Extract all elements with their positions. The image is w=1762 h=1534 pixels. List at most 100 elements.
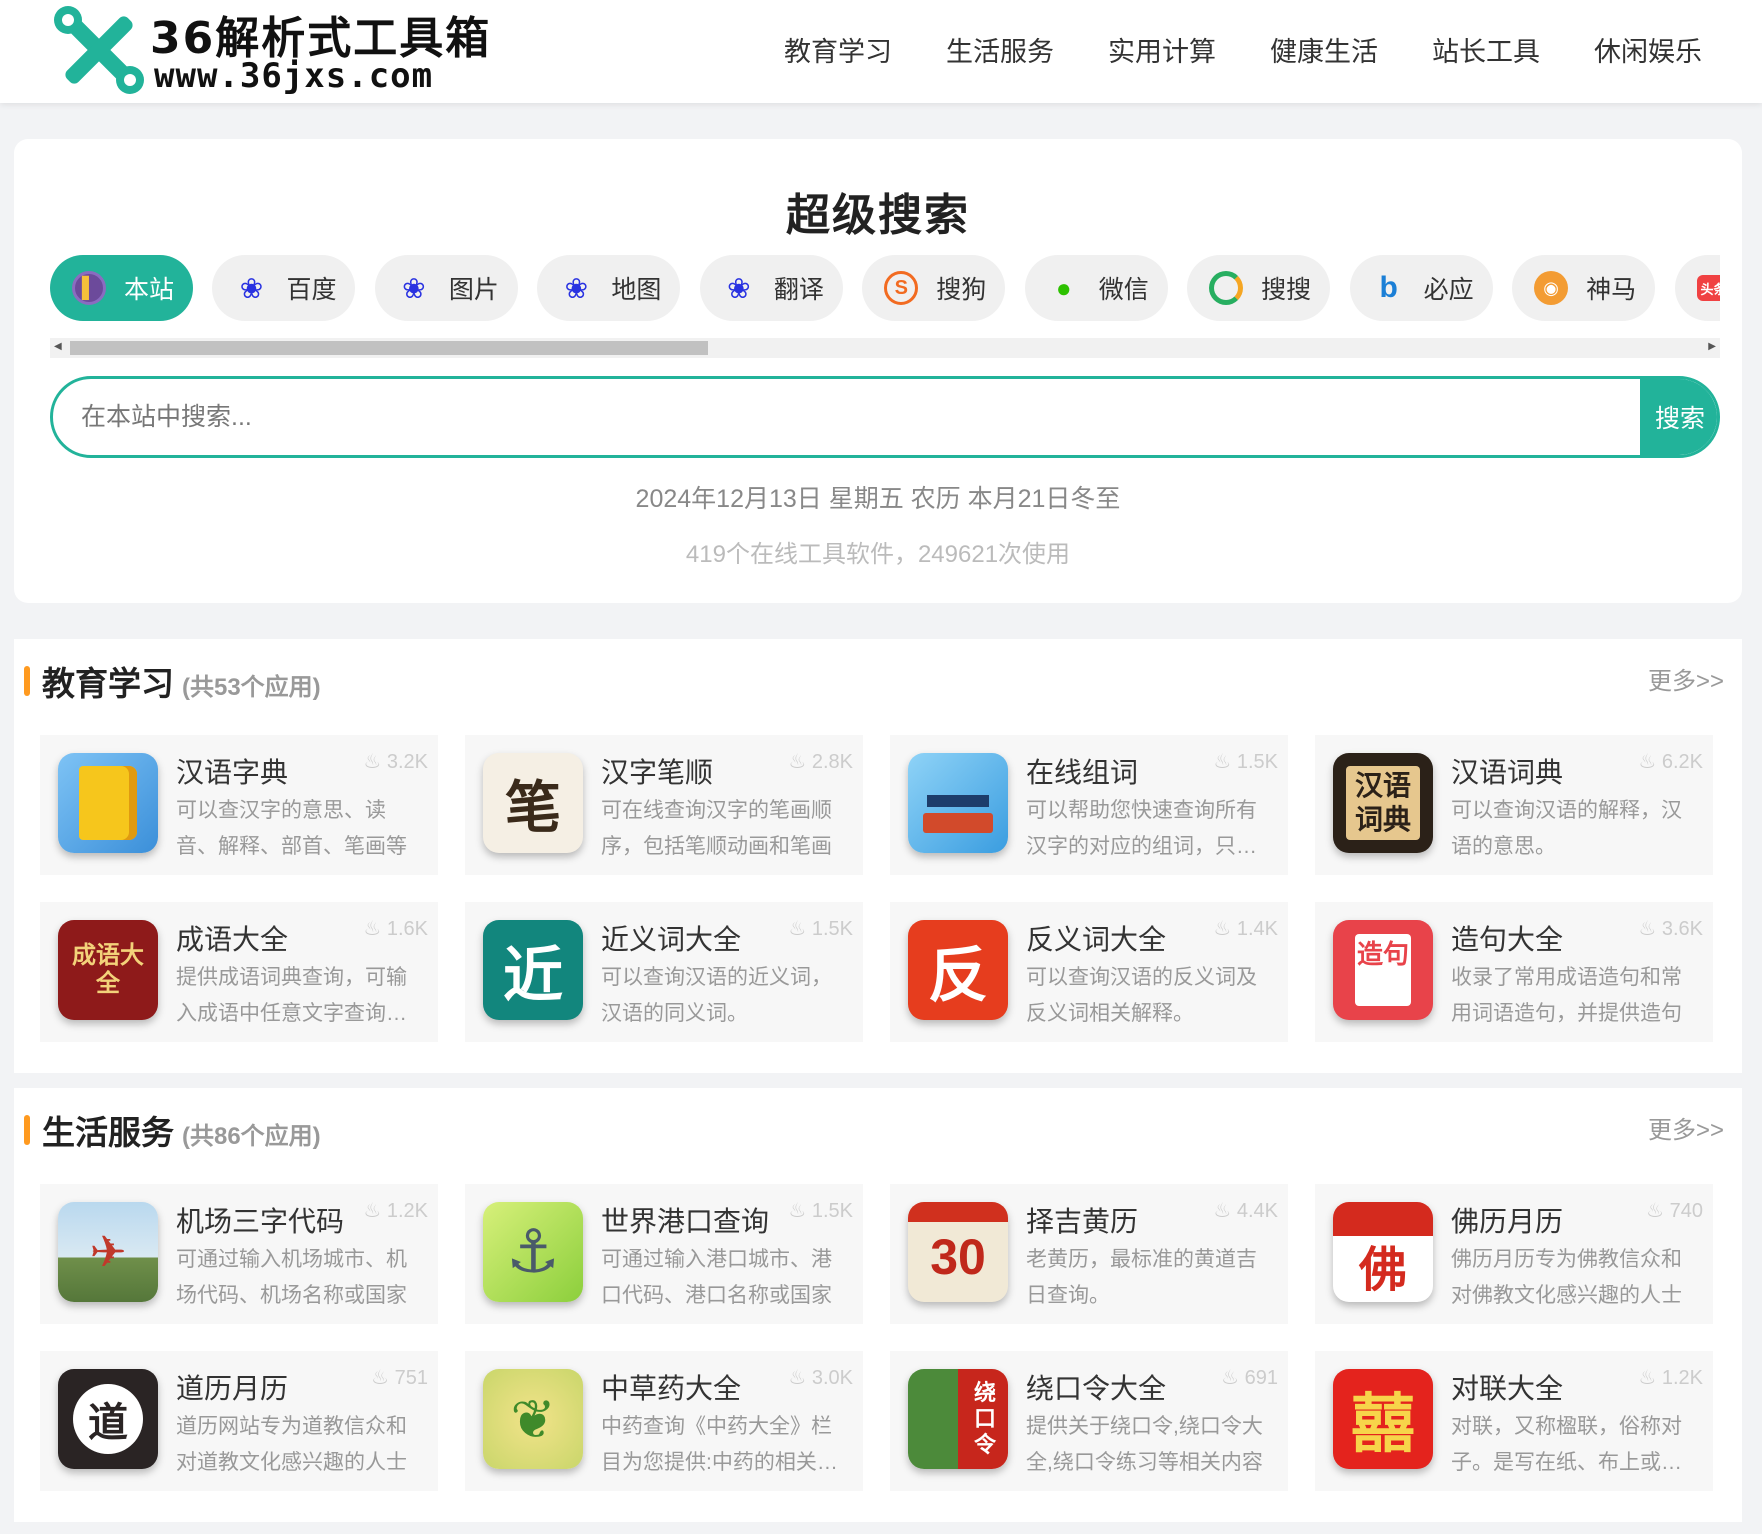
- graduation-cap-book-icon: [908, 753, 1008, 853]
- app-name: 成语大全: [176, 924, 289, 955]
- search-title: 超级搜索: [786, 191, 970, 240]
- logo-tools-icon[interactable]: [50, 4, 148, 96]
- nav-item-webmaster[interactable]: 站长工具: [1432, 30, 1540, 69]
- bing-icon: b: [1379, 271, 1398, 304]
- app-hot-count: ♨ 4.4K: [1213, 1200, 1278, 1222]
- section-count: (共53个应用): [182, 674, 321, 701]
- app-desc: 提供成语词典查询，可输入成语中任意文字查询成语: [176, 966, 407, 1025]
- nav-item-calculation[interactable]: 实用计算: [1108, 30, 1216, 69]
- engine-label: 微信: [1098, 276, 1149, 304]
- dictionary-book-icon: [58, 753, 158, 853]
- app-hot-count: ♨ 3.6K: [1638, 918, 1703, 940]
- app-hot-count: ♨ 751: [371, 1367, 428, 1389]
- app-card[interactable]: 道 道历月历 ♨ 751 道历网站专为道教信众和对道教文化感兴趣的人士: [40, 1351, 438, 1491]
- date-line: 2024年12月13日 星期五 农历 本月21日冬至: [635, 485, 1121, 513]
- app-name: 汉语词典: [1451, 757, 1564, 788]
- engine-label: 图片: [448, 276, 499, 304]
- more-link[interactable]: 更多>>: [1648, 661, 1724, 696]
- app-desc: 对联，又称楹联，俗称对子。是写在纸、布上或刻在: [1451, 1415, 1682, 1474]
- section-bar: [24, 1115, 30, 1145]
- antonym-icon: 反: [908, 920, 1008, 1020]
- app-name: 造句大全: [1451, 924, 1564, 955]
- app-name: 绕口令大全: [1026, 1373, 1167, 1404]
- site-icon: ▌: [72, 271, 106, 305]
- engine-tab-image[interactable]: ❀ 图片: [374, 255, 518, 321]
- engine-tab-toutiao[interactable]: 头条 头条: [1674, 255, 1720, 321]
- scroll-right-arrow-icon[interactable]: ▶: [1708, 341, 1716, 352]
- app-name: 在线组词: [1026, 757, 1139, 788]
- engine-tab-bing[interactable]: b 必应: [1349, 255, 1493, 321]
- app-card[interactable]: 绕口令 绕口令大全 ♨ 691 提供关于绕口令,绕口令大全,绕口令练习等相关内容: [890, 1351, 1288, 1491]
- section-life-services: 生活服务 (共86个应用) 更多>> ✈ 机场三字代码 ♨ 1.2K 可通过输入机…: [14, 1088, 1742, 1522]
- engine-tabs-scrollbar[interactable]: ◀ ▶: [50, 338, 1720, 358]
- app-hot-count: ♨ 3.2K: [363, 751, 428, 773]
- engine-label: 必应: [1423, 276, 1474, 304]
- chinese-dictionary-icon: 汉语词典: [1333, 753, 1433, 853]
- engine-tab-site[interactable]: ▌ 本站: [50, 255, 193, 321]
- baidu-paw-icon: ❀: [402, 272, 426, 304]
- tongue-twister-icon: 绕口令: [908, 1369, 1008, 1469]
- app-card[interactable]: 30 择吉黄历 ♨ 4.4K 老黄历，最标准的黄道吉日查询。: [890, 1184, 1288, 1324]
- app-desc: 道历网站专为道教信众和对道教文化感兴趣的人士: [176, 1415, 407, 1474]
- engine-tab-translate[interactable]: ❀ 翻译: [699, 255, 843, 321]
- search-input[interactable]: [53, 379, 1643, 455]
- sogou-icon: S: [884, 271, 919, 305]
- scroll-left-arrow-icon[interactable]: ◀: [54, 341, 62, 352]
- logo-url[interactable]: www.36jxs.com: [154, 56, 433, 96]
- app-card[interactable]: 笔 汉字笔顺 ♨ 2.8K 可在线查询汉字的笔画顺序，包括笔顺动画和笔画: [465, 735, 863, 875]
- stats-line: 419个在线工具软件，249621次使用: [685, 541, 1071, 568]
- app-card[interactable]: 在线组词 ♨ 1.5K 可以帮助您快速查询所有汉字的对应的组词，只需输入: [890, 735, 1288, 875]
- app-card[interactable]: 反 反义词大全 ♨ 1.4K 可以查询汉语的反义词及反义词相关解释。: [890, 902, 1288, 1042]
- soso-icon: [1209, 271, 1244, 305]
- nav-item-life[interactable]: 生活服务: [946, 30, 1054, 69]
- app-card[interactable]: 成语大全 成语大全 ♨ 1.6K 提供成语词典查询，可输入成语中任意文字查询成语: [40, 902, 438, 1042]
- sentence-icon: 造句: [1333, 920, 1433, 1020]
- brush-stroke-icon: 笔: [483, 753, 583, 853]
- app-card[interactable]: 佛 佛历月历 ♨ 740 佛历月历专为佛教信众和对佛教文化感兴趣的人士: [1315, 1184, 1713, 1324]
- section-title: 教育学习 (共53个应用): [42, 665, 321, 702]
- more-link[interactable]: 更多>>: [1648, 1110, 1724, 1145]
- wechat-icon: ●: [1055, 272, 1072, 303]
- app-card[interactable]: 近 近义词大全 ♨ 1.5K 可以查询汉语的近义词，汉语的同义词。: [465, 902, 863, 1042]
- app-desc: 中药查询《中药大全》栏目为您提供:中药的相关信息: [601, 1415, 838, 1474]
- app-hot-count: ♨ 691: [1221, 1367, 1278, 1389]
- app-card[interactable]: ⚓ 世界港口查询 ♨ 1.5K 可通过输入港口城市、港口代码、港口名称或国家: [465, 1184, 863, 1324]
- app-desc: 可通过输入机场城市、机场代码、机场名称或国家: [176, 1248, 407, 1307]
- engine-tab-wechat[interactable]: ● 微信: [1024, 255, 1168, 321]
- engine-tab-sogou[interactable]: S 搜狗: [862, 255, 1006, 321]
- app-hot-count: ♨ 3.0K: [788, 1367, 853, 1389]
- app-card[interactable]: 汉语词典 汉语词典 ♨ 6.2K 可以查询汉语的解释，汉语的意思。: [1315, 735, 1713, 875]
- app-card[interactable]: 汉语字典 ♨ 3.2K 可以查汉字的意思、读音、解释、部首、笔画等: [40, 735, 438, 875]
- app-name: 汉语字典: [176, 757, 289, 788]
- buddhist-calendar-icon: 佛: [1333, 1202, 1433, 1302]
- nav-item-education[interactable]: 教育学习: [784, 30, 892, 69]
- app-hot-count: ♨ 1.6K: [363, 918, 428, 940]
- app-card[interactable]: ❦ 中草药大全 ♨ 3.0K 中药查询《中药大全》栏目为您提供:中药的相关信息: [465, 1351, 863, 1491]
- engine-tab-map[interactable]: ❀ 地图: [537, 255, 681, 321]
- app-name: 机场三字代码: [176, 1206, 345, 1237]
- scrollbar-thumb[interactable]: [70, 341, 708, 355]
- app-card[interactable]: 造句 造句大全 ♨ 3.6K 收录了常用成语造句和常用词语造句，并提供造句: [1315, 902, 1713, 1042]
- couplet-icon: 囍: [1333, 1369, 1433, 1469]
- engine-label: 地图: [611, 276, 662, 304]
- engine-tab-baidu[interactable]: ❀ 百度: [212, 255, 356, 321]
- engine-tab-soso[interactable]: 搜搜: [1187, 255, 1331, 321]
- app-hot-count: ♨ 740: [1646, 1200, 1703, 1222]
- app-desc: 佛历月历专为佛教信众和对佛教文化感兴趣的人士: [1451, 1248, 1682, 1307]
- app-card[interactable]: 囍 对联大全 ♨ 1.2K 对联，又称楹联，俗称对子。是写在纸、布上或刻在: [1315, 1351, 1713, 1491]
- section-title: 生活服务 (共86个应用): [42, 1114, 321, 1151]
- app-desc: 可以帮助您快速查询所有汉字的对应的组词，只需输入: [1026, 799, 1257, 858]
- app-card[interactable]: ✈ 机场三字代码 ♨ 1.2K 可通过输入机场城市、机场代码、机场名称或国家: [40, 1184, 438, 1324]
- search-button[interactable]: 搜索: [1640, 379, 1717, 455]
- baidu-paw-icon: ❀: [564, 272, 589, 304]
- nav-item-entertainment[interactable]: 休闲娱乐: [1594, 30, 1702, 69]
- engine-tab-shenma[interactable]: ◉ 神马: [1512, 255, 1656, 321]
- app-hot-count: ♨ 1.5K: [788, 918, 853, 940]
- app-desc: 收录了常用成语造句和常用词语造句，并提供造句: [1451, 966, 1682, 1025]
- nav-item-health[interactable]: 健康生活: [1270, 30, 1378, 69]
- app-name: 佛历月历: [1451, 1206, 1564, 1237]
- toutiao-icon: 头条: [1696, 275, 1720, 301]
- baidu-paw-icon: ❀: [239, 272, 264, 304]
- app-desc: 可以查汉字的意思、读音、解释、部首、笔画等: [176, 799, 407, 858]
- engine-label: 翻译: [773, 276, 824, 304]
